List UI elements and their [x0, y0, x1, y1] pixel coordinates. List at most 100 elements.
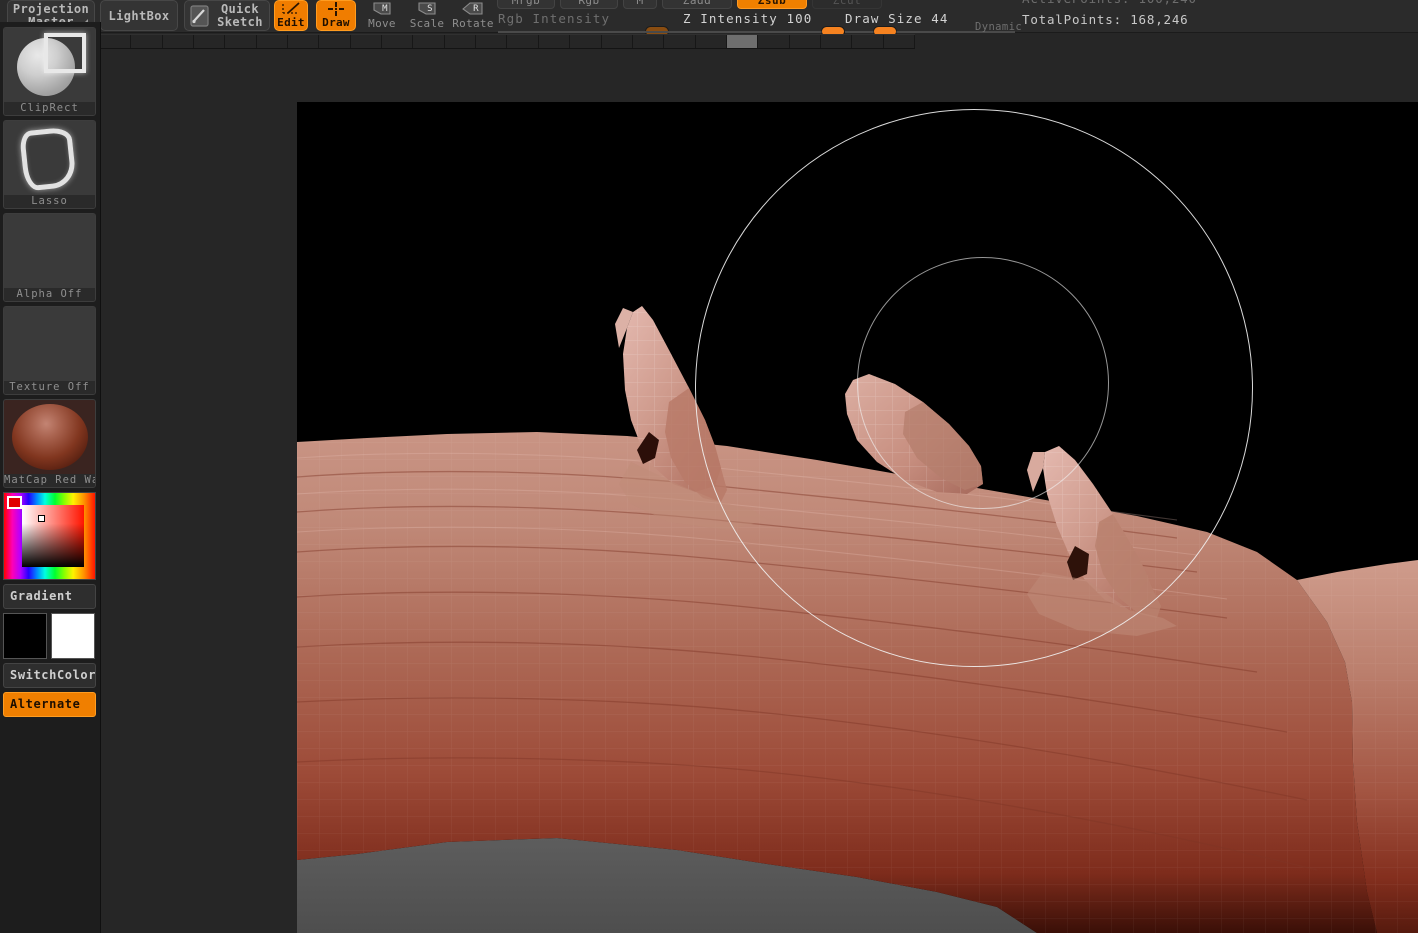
document-viewport[interactable] — [297, 102, 1418, 933]
texture-icon[interactable] — [4, 307, 95, 381]
palette-cliprect[interactable]: ClipRect — [3, 27, 96, 116]
primary-color-swatch[interactable] — [3, 613, 47, 659]
strip-segment[interactable] — [758, 35, 790, 48]
rectangle-outline-icon — [44, 33, 86, 73]
zsub-button[interactable]: Zsub — [737, 0, 807, 9]
move-icon: M — [373, 2, 391, 15]
strip-segment[interactable] — [100, 35, 132, 48]
lasso-icon[interactable] — [4, 121, 95, 195]
gradient-button[interactable]: Gradient — [3, 584, 96, 609]
svg-text:M: M — [382, 4, 388, 14]
color-picker[interactable] — [3, 492, 96, 580]
strip-segment[interactable] — [444, 35, 477, 48]
strip-segment[interactable] — [413, 35, 445, 48]
saturation-value-square[interactable] — [22, 505, 84, 567]
scale-button[interactable]: S Scale — [405, 0, 449, 31]
alpha-caption: Alpha Off — [4, 288, 95, 301]
total-points-stat: TotalPoints: 168,246 — [1022, 12, 1189, 27]
strip-segment[interactable] — [883, 35, 915, 48]
mode-button-row: Mrgb Rgb M Zadd Zsub Zcut — [497, 0, 882, 10]
quick-sketch-button[interactable]: Quick Sketch — [184, 0, 270, 31]
strip-segment[interactable] — [288, 35, 320, 48]
edit-icon — [282, 1, 300, 14]
matcap-sphere-shape — [12, 404, 88, 470]
strip-segment-selected[interactable] — [726, 35, 759, 48]
layer-strip-bar[interactable] — [100, 34, 915, 49]
alpha-icon[interactable] — [4, 214, 95, 288]
zadd-button[interactable]: Zadd — [662, 0, 732, 9]
strip-segment[interactable] — [852, 35, 884, 48]
material-caption: MatCap Red Wax — [4, 474, 95, 487]
palette-alpha[interactable]: Alpha Off — [3, 213, 96, 302]
palette-material[interactable]: MatCap Red Wax — [3, 399, 96, 488]
draw-label: Draw — [322, 15, 350, 29]
top-toolbar: Mrgb Rgb M Zadd Zsub Zcut Projection Mas… — [0, 0, 1418, 36]
scale-icon: S — [418, 2, 436, 15]
strip-segment[interactable] — [319, 35, 351, 48]
edit-button[interactable]: Edit — [274, 0, 308, 31]
quick-sketch-label-2: Sketch — [217, 14, 263, 29]
svg-text:S: S — [427, 4, 433, 14]
matcap-sphere-icon[interactable] — [4, 400, 95, 474]
secondary-color-swatch[interactable] — [51, 613, 95, 659]
strip-segment[interactable] — [382, 35, 414, 48]
z-intensity-label: Z Intensity 100 — [683, 11, 813, 26]
strip-segment[interactable] — [695, 35, 727, 48]
mrgb-button[interactable]: Mrgb — [497, 0, 555, 9]
color-swatch-pair — [3, 613, 96, 659]
strip-segment[interactable] — [507, 35, 539, 48]
z-intensity-track[interactable] — [640, 31, 840, 33]
strip-segment[interactable] — [820, 35, 853, 48]
alternate-button[interactable]: Alternate — [3, 692, 96, 717]
current-color-swatch[interactable] — [7, 496, 22, 509]
strip-segment[interactable] — [789, 35, 821, 48]
lightbox-label: LightBox — [108, 8, 170, 23]
zbrush-window: Mrgb Rgb M Zadd Zsub Zcut Projection Mas… — [0, 0, 1418, 933]
draw-size-label: Draw Size 44 — [845, 11, 949, 26]
cliprect-caption: ClipRect — [4, 102, 95, 115]
lasso-outline-icon — [19, 126, 77, 192]
left-shelf: ClipRect Lasso Alpha Off Texture Off Mat… — [0, 22, 101, 933]
draw-icon — [328, 1, 344, 16]
dynamic-label[interactable]: Dynamic — [975, 21, 1022, 33]
lightbox-button[interactable]: LightBox — [100, 0, 178, 31]
sv-cursor-icon[interactable] — [38, 515, 45, 522]
strip-segment[interactable] — [194, 35, 226, 48]
canvas-area[interactable] — [101, 49, 1418, 933]
strip-segment[interactable] — [601, 35, 633, 48]
svg-text:R: R — [473, 4, 479, 14]
rotate-icon: R — [462, 2, 483, 15]
pencil-icon — [190, 5, 209, 27]
quick-sketch-label-1: Quick — [220, 1, 260, 16]
strip-segment[interactable] — [538, 35, 571, 48]
lasso-caption: Lasso — [4, 195, 95, 208]
cliprect-icon[interactable] — [4, 28, 95, 102]
m-button[interactable]: M — [623, 0, 657, 9]
draw-button[interactable]: Draw — [316, 0, 356, 31]
active-points-stat: ActivePoints: 100,240 — [1022, 0, 1197, 6]
palette-texture[interactable]: Texture Off — [3, 306, 96, 395]
strip-segment[interactable] — [632, 35, 665, 48]
strip-segment[interactable] — [350, 35, 383, 48]
zcut-button[interactable]: Zcut — [812, 0, 882, 9]
strip-segment[interactable] — [476, 35, 508, 48]
rotate-label: Rotate — [452, 17, 494, 30]
projection-master-label-1: Projection — [12, 1, 90, 16]
edit-label: Edit — [277, 15, 305, 29]
move-button[interactable]: M Move — [361, 0, 403, 31]
scale-label: Scale — [409, 17, 445, 30]
rgb-intensity-label: Rgb Intensity — [498, 11, 611, 26]
strip-segment[interactable] — [225, 35, 257, 48]
sculpt-render — [297, 306, 1418, 933]
texture-caption: Texture Off — [4, 381, 95, 394]
palette-lasso[interactable]: Lasso — [3, 120, 96, 209]
strip-segment[interactable] — [131, 35, 163, 48]
switch-color-button[interactable]: SwitchColor — [3, 663, 96, 688]
strip-segment[interactable] — [256, 35, 289, 48]
strip-segment[interactable] — [162, 35, 195, 48]
move-label: Move — [368, 17, 396, 30]
strip-segment[interactable] — [664, 35, 696, 48]
rotate-button[interactable]: R Rotate — [449, 0, 497, 31]
rgb-button[interactable]: Rgb — [560, 0, 618, 9]
strip-segment[interactable] — [570, 35, 602, 48]
